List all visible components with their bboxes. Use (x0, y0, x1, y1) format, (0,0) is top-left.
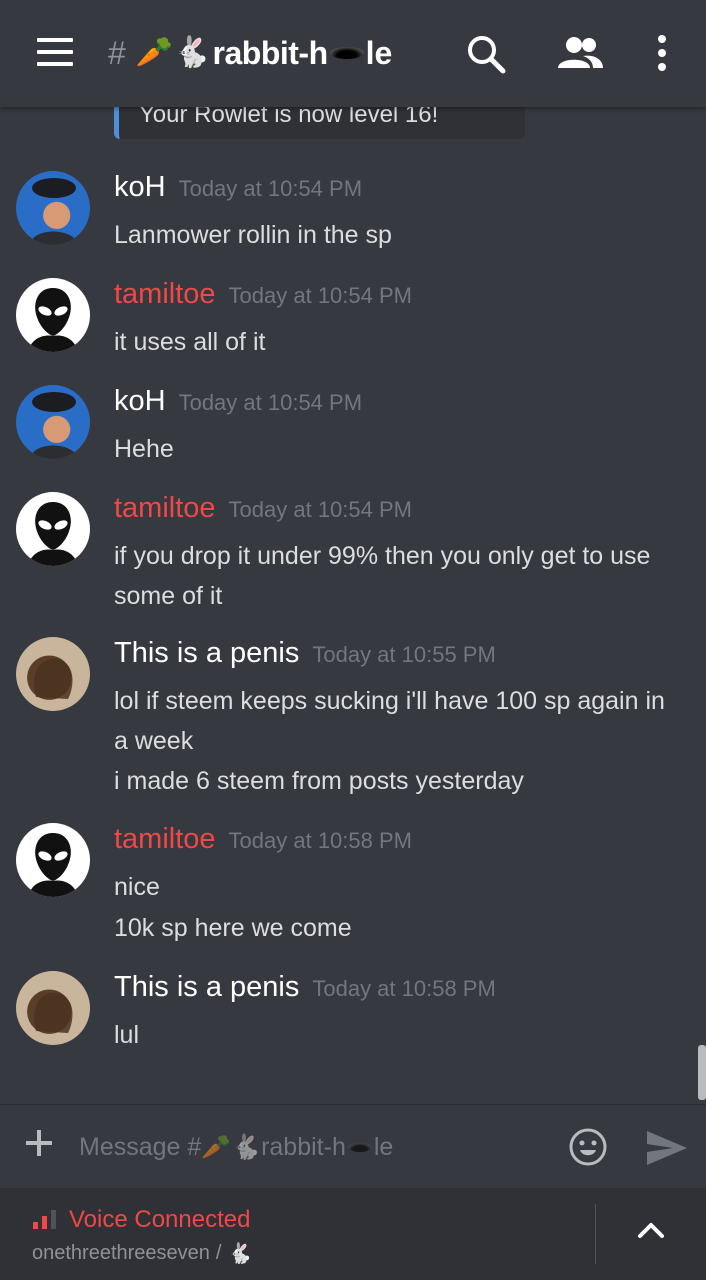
message-text: lol if steem keeps sucking i'll have 100… (114, 687, 665, 715)
timestamp: Today at 10:58 PM (228, 828, 412, 853)
more-vertical-icon[interactable] (654, 34, 670, 74)
hamburger-menu-icon[interactable] (37, 38, 73, 66)
author-name[interactable]: tamiltoe (114, 278, 216, 311)
channel-title: # 🥕 🐇 rabbit-h le (108, 28, 392, 78)
message-text: Lanmower rollin in the sp (114, 221, 392, 249)
timestamp: Today at 10:54 PM (228, 497, 412, 522)
channel-name-prefix: rabbit-h (212, 34, 329, 71)
avatar[interactable] (16, 823, 90, 897)
avatar[interactable] (16, 385, 90, 459)
emoji-picker-icon[interactable] (568, 1127, 608, 1167)
embed-text: Your Rowlet is now level 16! (139, 107, 439, 128)
message-text: if you drop it under 99% then you only g… (114, 542, 651, 570)
hole-emoji (329, 47, 364, 59)
rabbit-emoji: 🐇 (227, 1242, 253, 1265)
avatar[interactable] (16, 492, 90, 566)
avatar[interactable] (16, 278, 90, 352)
author-name[interactable]: This is a penis (114, 971, 299, 1004)
timestamp: Today at 10:55 PM (312, 642, 496, 667)
channel-header: # 🥕 🐇 rabbit-h le (0, 0, 706, 107)
author-name[interactable]: This is a penis (114, 637, 299, 670)
avatar[interactable] (16, 171, 90, 245)
author-name[interactable]: tamiltoe (114, 492, 216, 525)
send-icon[interactable] (645, 1129, 689, 1167)
message-text: nice (114, 873, 160, 901)
message-text: it uses all of it (114, 328, 266, 356)
message-input[interactable] (78, 1123, 552, 1173)
divider (595, 1204, 596, 1264)
voice-status-bar[interactable]: Voice Connected onethreethreeseven / 🐇 (0, 1188, 706, 1280)
message-text: a week (114, 727, 194, 755)
timestamp: Today at 10:58 PM (312, 976, 496, 1001)
channel-name-suffix: le (365, 34, 393, 71)
author-name[interactable]: koH (114, 171, 166, 204)
author-name[interactable]: koH (114, 385, 166, 418)
chevron-up-icon[interactable] (637, 1218, 665, 1240)
carrot-emoji: 🥕 (135, 36, 174, 69)
avatar[interactable] (16, 637, 90, 711)
message-list[interactable]: Your Rowlet is now level 16! koH Today a… (0, 107, 706, 1104)
timestamp: Today at 10:54 PM (178, 390, 363, 415)
message-text: lul (114, 1021, 140, 1049)
search-icon[interactable] (466, 34, 506, 74)
message-text: Hehe (114, 435, 174, 463)
voice-channel-info: onethreethreeseven / 🐇 (32, 1242, 252, 1265)
avatar[interactable] (16, 971, 90, 1045)
timestamp: Today at 10:54 PM (178, 176, 363, 201)
members-icon[interactable] (555, 34, 605, 74)
message-text: 10k sp here we come (114, 914, 352, 942)
voice-separator: / (215, 1242, 222, 1264)
channel-hash: # (108, 34, 126, 71)
signal-strength-icon (33, 1210, 56, 1229)
message-text: i made 6 steem from posts yesterday (114, 767, 524, 795)
message-composer: Message # 🥕 🐇 rabbit-h le (0, 1104, 706, 1189)
plus-icon[interactable] (24, 1128, 54, 1158)
rabbit-emoji: 🐇 (173, 36, 211, 69)
bot-embed: Your Rowlet is now level 16! (114, 107, 525, 139)
voice-status-text: Voice Connected (69, 1206, 251, 1233)
scrollbar[interactable] (698, 1045, 706, 1100)
author-name[interactable]: tamiltoe (114, 823, 216, 856)
timestamp: Today at 10:54 PM (228, 283, 412, 308)
voice-server-name: onethreethreeseven (32, 1242, 210, 1264)
message-text: some of it (114, 582, 223, 610)
